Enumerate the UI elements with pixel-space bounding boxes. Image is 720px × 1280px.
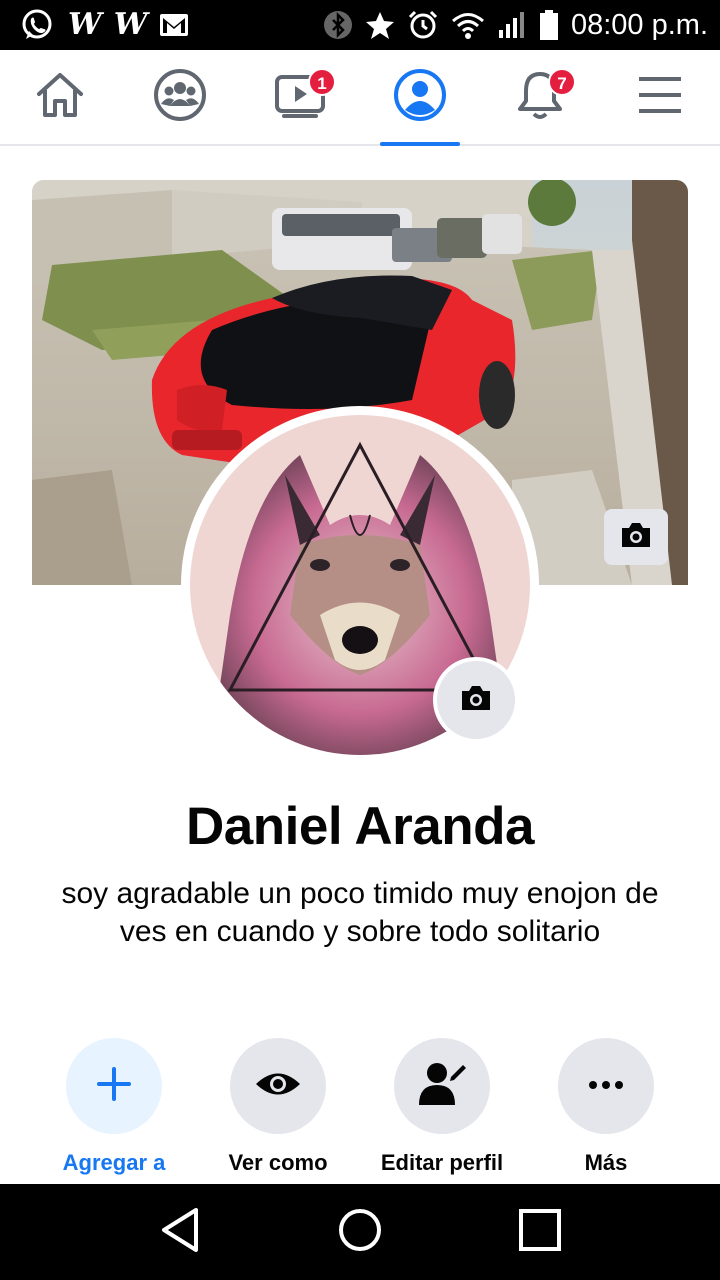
profile-actions: Agregar a Ver como Editar perfil Más bbox=[32, 1038, 688, 1188]
add-to-story-button[interactable]: Agregar a bbox=[32, 1038, 196, 1188]
view-as-circle[interactable] bbox=[230, 1038, 326, 1134]
camera-icon bbox=[619, 521, 653, 554]
view-as-button[interactable]: Ver como bbox=[196, 1038, 360, 1188]
tab-watch[interactable]: 1 bbox=[240, 50, 360, 144]
battery-icon bbox=[539, 7, 559, 43]
edit-profile-photo-button[interactable] bbox=[433, 657, 519, 743]
edit-profile-icon bbox=[417, 1061, 467, 1112]
system-nav-bar bbox=[0, 1184, 720, 1280]
edit-profile-button[interactable]: Editar perfil bbox=[360, 1038, 524, 1188]
home-icon bbox=[35, 72, 85, 123]
recents-icon[interactable] bbox=[518, 1208, 562, 1257]
eye-icon bbox=[254, 1069, 302, 1104]
wifi-icon bbox=[451, 7, 485, 43]
more-label[interactable]: Más bbox=[585, 1150, 628, 1176]
profile-bio: soy agradable un poco timido muy enojon … bbox=[61, 877, 659, 948]
edit-profile-circle[interactable] bbox=[394, 1038, 490, 1134]
home-circle-icon[interactable] bbox=[337, 1207, 383, 1258]
wattpad-icon: W bbox=[113, 7, 148, 42]
whatsapp-icon bbox=[20, 7, 54, 43]
profile-icon bbox=[393, 68, 447, 127]
more-icon bbox=[588, 1077, 624, 1095]
tab-home[interactable] bbox=[0, 50, 120, 144]
tab-groups[interactable] bbox=[120, 50, 240, 144]
back-icon[interactable] bbox=[158, 1206, 202, 1259]
gmail-icon bbox=[159, 7, 189, 43]
menu-icon bbox=[637, 75, 683, 120]
signal-icon bbox=[497, 7, 527, 43]
groups-icon bbox=[153, 68, 207, 127]
tab-menu[interactable] bbox=[600, 50, 720, 144]
clock: 08:00 p.m. bbox=[570, 9, 708, 41]
edit-profile-label[interactable]: Editar perfil bbox=[381, 1150, 503, 1176]
more-button[interactable]: Más bbox=[524, 1038, 688, 1188]
status-bar: W W 08:00 p.m. bbox=[0, 0, 720, 50]
add-to-story-circle[interactable] bbox=[66, 1038, 162, 1134]
tab-notifications[interactable]: 7 bbox=[480, 50, 600, 144]
tab-profile[interactable] bbox=[360, 50, 480, 146]
camera-icon bbox=[459, 684, 493, 717]
profile-name: Daniel Aranda bbox=[186, 797, 534, 856]
alarm-icon bbox=[407, 7, 439, 43]
bluetooth-icon bbox=[323, 7, 353, 43]
top-nav: 1 7 bbox=[0, 50, 720, 146]
add-to-story-label[interactable]: Agregar a bbox=[63, 1150, 166, 1176]
more-circle[interactable] bbox=[558, 1038, 654, 1134]
star-icon bbox=[365, 7, 395, 43]
watch-badge: 1 bbox=[308, 68, 336, 96]
plus-icon bbox=[96, 1066, 132, 1107]
notifications-badge: 7 bbox=[548, 68, 576, 96]
view-as-label[interactable]: Ver como bbox=[228, 1150, 327, 1176]
edit-cover-photo-button[interactable] bbox=[604, 509, 668, 565]
wattpad-icon: W bbox=[68, 7, 102, 42]
